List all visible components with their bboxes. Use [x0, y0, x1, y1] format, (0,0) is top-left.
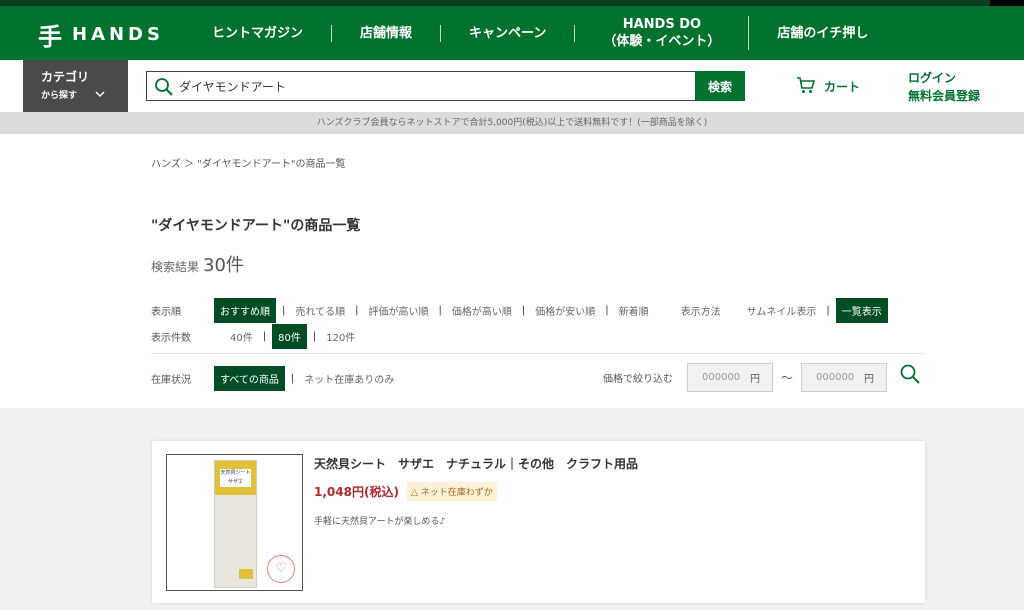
- nav-sublabel: （体験・イベント）: [603, 34, 721, 49]
- price-search-icon[interactable]: [899, 363, 921, 385]
- sort-option-best-selling[interactable]: 売れてる順: [285, 303, 355, 318]
- display-option-list[interactable]: 一覧表示: [835, 298, 888, 323]
- hands-logo[interactable]: 手 HANDS: [38, 20, 164, 51]
- logo-mark: 手: [38, 21, 62, 51]
- nav-label: ヒントマガジン: [212, 25, 304, 41]
- package-label: 天然貝シート サザエ: [220, 469, 251, 487]
- product-title[interactable]: 天然貝シート サザエ ナチュラル｜その他 クラフト用品: [314, 455, 638, 472]
- price-min-field[interactable]: 000000 円: [687, 363, 773, 392]
- search-icon: [153, 76, 175, 98]
- login-link[interactable]: ログイン: [908, 69, 980, 87]
- nav-label: 店舗のイチ押し: [777, 25, 869, 41]
- global-header: 手 HANDS ヒントマガジン 店舗情報 キャンペーン HANDS DO （体験・…: [0, 6, 1024, 60]
- shipping-notice: ハンズクラブ会員ならネットストアで合計5,000円(税込)以上で送料無料です！(…: [0, 112, 1024, 134]
- price-max-placeholder: 000000: [816, 372, 855, 383]
- sort-option-price-low[interactable]: 価格が安い順: [525, 303, 605, 318]
- per-page-option-80[interactable]: 80件: [272, 324, 307, 349]
- category-button[interactable]: カテゴリ から探す: [23, 60, 128, 112]
- search-button[interactable]: 検索: [695, 71, 745, 101]
- result-count-label: 検索結果: [151, 260, 200, 274]
- search-row: カテゴリ から探す 検索 カート ログイン 無料会員登録: [0, 60, 1024, 112]
- result-count-value: 30件: [203, 255, 244, 276]
- nav-store-info[interactable]: 店舗情報: [332, 24, 442, 42]
- breadcrumb[interactable]: ハンズ ＞ "ダイヤモンドアート"の商品一覧: [151, 155, 345, 170]
- category-sublabel: から探す: [41, 91, 78, 101]
- product-thumbnail[interactable]: 天然貝シート サザエ ♡: [166, 454, 303, 591]
- nav-hands-do[interactable]: HANDS DO （体験・イベント）: [575, 16, 750, 50]
- category-label: カテゴリ: [41, 70, 90, 84]
- favorite-heart-icon[interactable]: ♡: [267, 555, 295, 583]
- filter-divider: [151, 353, 926, 354]
- price-range-tilde: 〜: [781, 371, 794, 385]
- per-page-option-40[interactable]: 40件: [220, 329, 263, 344]
- cart-icon: [796, 76, 816, 97]
- chevron-down-icon: [95, 88, 105, 101]
- nav-label: 店舗情報: [360, 25, 413, 41]
- result-count: 検索結果 30件: [151, 251, 244, 277]
- cart-label: カート: [824, 80, 861, 94]
- display-label: 表示方法: [680, 307, 721, 318]
- package-sticker: [239, 569, 253, 579]
- stock-option-online-only[interactable]: ネット在庫ありのみ: [294, 371, 404, 386]
- sort-label: 表示順: [151, 307, 181, 318]
- package-header: 天然貝シート サザエ: [215, 461, 256, 495]
- stock-row: 在庫状況 すべての商品 | ネット在庫ありのみ: [151, 366, 404, 391]
- price-filter-label: 価格で絞り込む: [603, 374, 673, 385]
- per-page-option-120[interactable]: 120件: [316, 329, 365, 344]
- display-option-thumbnail[interactable]: サムネイル表示: [737, 303, 827, 318]
- separator: |: [262, 331, 267, 342]
- price-max-field[interactable]: 000000 円: [801, 363, 888, 392]
- stock-label: 在庫状況: [151, 375, 191, 386]
- register-link[interactable]: 無料会員登録: [908, 87, 980, 105]
- price-min-placeholder: 000000: [702, 372, 741, 383]
- price-filter: 価格で絞り込む 000000 円 〜 000000 円: [603, 363, 888, 392]
- separator: |: [826, 305, 830, 316]
- nav-campaign[interactable]: キャンペーン: [441, 24, 576, 42]
- stock-option-all[interactable]: すべての商品: [214, 366, 285, 391]
- sort-option-price-high[interactable]: 価格が高い順: [442, 303, 522, 318]
- product-description: 手軽に天然貝アートが楽しめる♪: [314, 517, 446, 527]
- nav-label: キャンペーン: [469, 25, 547, 41]
- product-price: 1,048円(税込): [314, 485, 399, 499]
- product-card[interactable]: 天然貝シート サザエ ♡ 天然貝シート サザエ ナチュラル｜その他 クラフト用品…: [152, 441, 925, 603]
- sort-option-top-rated[interactable]: 評価が高い順: [358, 303, 438, 318]
- sort-option-newest[interactable]: 新着順: [609, 303, 659, 318]
- nav-store-picks[interactable]: 店舗のイチ押し: [749, 25, 896, 42]
- per-page-label: 表示件数: [151, 333, 191, 344]
- product-package-image: 天然貝シート サザエ: [214, 460, 257, 588]
- page-title: "ダイヤモンドアート"の商品一覧: [151, 218, 361, 234]
- per-page-row: 表示件数 40件 | 80件 | 120件: [151, 324, 365, 349]
- search-box: [146, 71, 696, 101]
- nav-label: HANDS DO: [622, 17, 702, 32]
- cart-link[interactable]: カート: [796, 76, 860, 97]
- search-input[interactable]: [179, 76, 679, 96]
- global-nav: ヒントマガジン 店舗情報 キャンペーン HANDS DO （体験・イベント） 店舗…: [184, 6, 896, 60]
- price-min-unit: 円: [750, 374, 760, 385]
- nav-hint-magazine[interactable]: ヒントマガジン: [184, 24, 333, 42]
- sort-option-recommended[interactable]: おすすめ順: [214, 298, 276, 323]
- stock-badge: △ ネット在庫わずか: [407, 482, 497, 501]
- sort-row: 表示順 おすすめ順 | 売れてる順 | 評価が高い順 | 価格が高い順 | 価格…: [151, 298, 888, 323]
- logo-text: HANDS: [72, 23, 164, 45]
- price-max-unit: 円: [864, 374, 875, 385]
- account-links: ログイン 無料会員登録: [908, 69, 980, 105]
